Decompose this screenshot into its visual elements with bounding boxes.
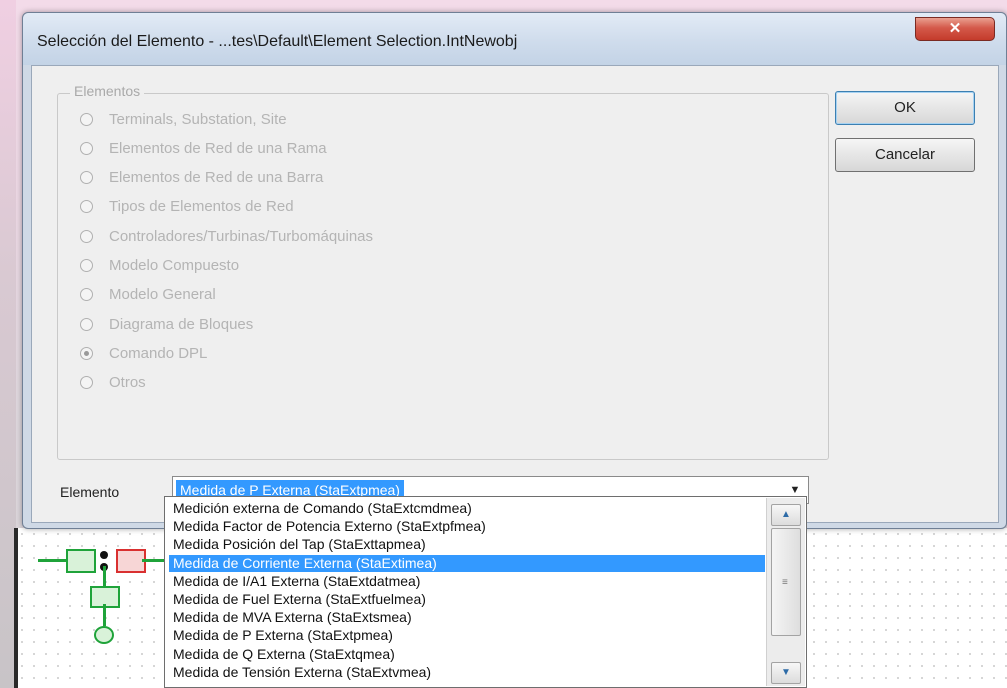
radio-button[interactable] <box>80 288 93 302</box>
element-dropdown-list[interactable]: Medición externa de Comando (StaExtcmdme… <box>164 496 807 688</box>
radio-button[interactable] <box>80 141 93 155</box>
dialog-title: Selección del Elemento - ...tes\Default\… <box>37 33 518 50</box>
radio-button[interactable] <box>80 376 93 390</box>
radio-button[interactable] <box>80 112 93 126</box>
scroll-up-button[interactable]: ▲ <box>771 504 801 526</box>
elementos-radio-option[interactable]: Terminals, Substation, Site <box>80 108 287 130</box>
arrow-down-icon: ▼ <box>781 667 791 678</box>
elementos-radio-option[interactable]: Diagrama de Bloques <box>80 313 253 335</box>
elementos-radio-option[interactable]: Comando DPL <box>80 342 207 364</box>
dropdown-item[interactable]: Medida de Corriente Externa (StaExtimea) <box>169 554 765 572</box>
dropdown-item[interactable]: Medida de P Externa (StaExtpmea) <box>169 627 765 644</box>
radio-button[interactable] <box>80 346 93 360</box>
dropdown-item[interactable]: Medida Factor de Potencia Externo (StaEx… <box>169 518 765 535</box>
radio-button[interactable] <box>80 229 93 243</box>
arrow-up-icon: ▲ <box>781 509 791 520</box>
radio-option-label: Controladores/Turbinas/Turbomáquinas <box>109 227 374 245</box>
cancel-button[interactable]: Cancelar <box>835 138 975 172</box>
scrollbar-thumb[interactable]: ≡ <box>771 528 801 636</box>
elementos-radio-option[interactable]: Modelo General <box>80 284 216 306</box>
radio-option-label: Modelo Compuesto <box>109 257 240 274</box>
elementos-radio-option[interactable]: Elementos de Red de una Rama <box>80 137 327 159</box>
close-button[interactable]: ✕ <box>915 17 995 41</box>
radio-option-label: Diagrama de Bloques <box>109 315 254 333</box>
radio-option-label: Elementos de Red de una Barra <box>109 169 324 187</box>
elementos-radio-option[interactable]: Tipos de Elementos de Red <box>80 196 294 218</box>
radio-button[interactable] <box>80 200 93 214</box>
radio-option-label: Modelo General <box>109 286 216 304</box>
dropdown-item[interactable]: Medida de Q Externa (StaExtqmea) <box>169 646 765 663</box>
background-canvas-border <box>14 528 18 688</box>
element-field-label: Elemento <box>60 484 120 500</box>
ok-button[interactable]: OK <box>835 91 975 125</box>
elementos-radio-option[interactable]: Elementos de Red de una Barra <box>80 167 323 189</box>
radio-option-label: Tipos de Elementos de Red <box>109 198 294 216</box>
dropdown-item[interactable]: Medida Posición del Tap (StaExttapmea) <box>169 536 765 553</box>
radio-button[interactable] <box>80 171 93 185</box>
dropdown-item[interactable]: Medida de I/A1 Externa (StaExtdatmea) <box>169 573 765 590</box>
radio-option-label: Otros <box>109 374 146 392</box>
elementos-radio-option[interactable]: Modelo Compuesto <box>80 255 239 277</box>
close-icon: ✕ <box>948 20 962 37</box>
radio-button[interactable] <box>80 317 93 331</box>
dropdown-item[interactable]: Medición externa de Comando (StaExtcmdme… <box>169 500 765 517</box>
radio-option-label: Comando DPL <box>109 344 208 362</box>
scroll-down-button[interactable]: ▼ <box>771 662 801 684</box>
dropdown-item[interactable]: Medida de MVA Externa (StaExtsmea) <box>169 609 765 626</box>
dialog-client-area: Elementos Terminals, Substation, Site Ele… <box>31 65 999 523</box>
elementos-group-legend: Elementos <box>70 83 145 99</box>
dropdown-item[interactable]: Medida de Tensión Externa (StaExtvmea) <box>169 664 765 681</box>
elementos-radio-option[interactable]: Otros <box>80 372 146 394</box>
dropdown-scrollbar[interactable]: ▲ ≡ ▼ <box>766 498 805 686</box>
grip-icon: ≡ <box>782 577 788 588</box>
radio-button[interactable] <box>80 259 93 272</box>
dialog-titlebar[interactable]: Selección del Elemento - ...tes\Default\… <box>23 13 1006 65</box>
radio-option-label: Elementos de Red de una Rama <box>109 139 327 157</box>
element-selection-dialog: Selección del Elemento - ...tes\Default\… <box>22 12 1007 529</box>
elementos-radio-option[interactable]: Controladores/Turbinas/Turbomáquinas <box>80 225 373 247</box>
radio-option-label: Terminals, Substation, Site <box>109 110 287 128</box>
dropdown-item[interactable]: Medida de Fuel Externa (StaExtfuelmea) <box>169 591 765 608</box>
